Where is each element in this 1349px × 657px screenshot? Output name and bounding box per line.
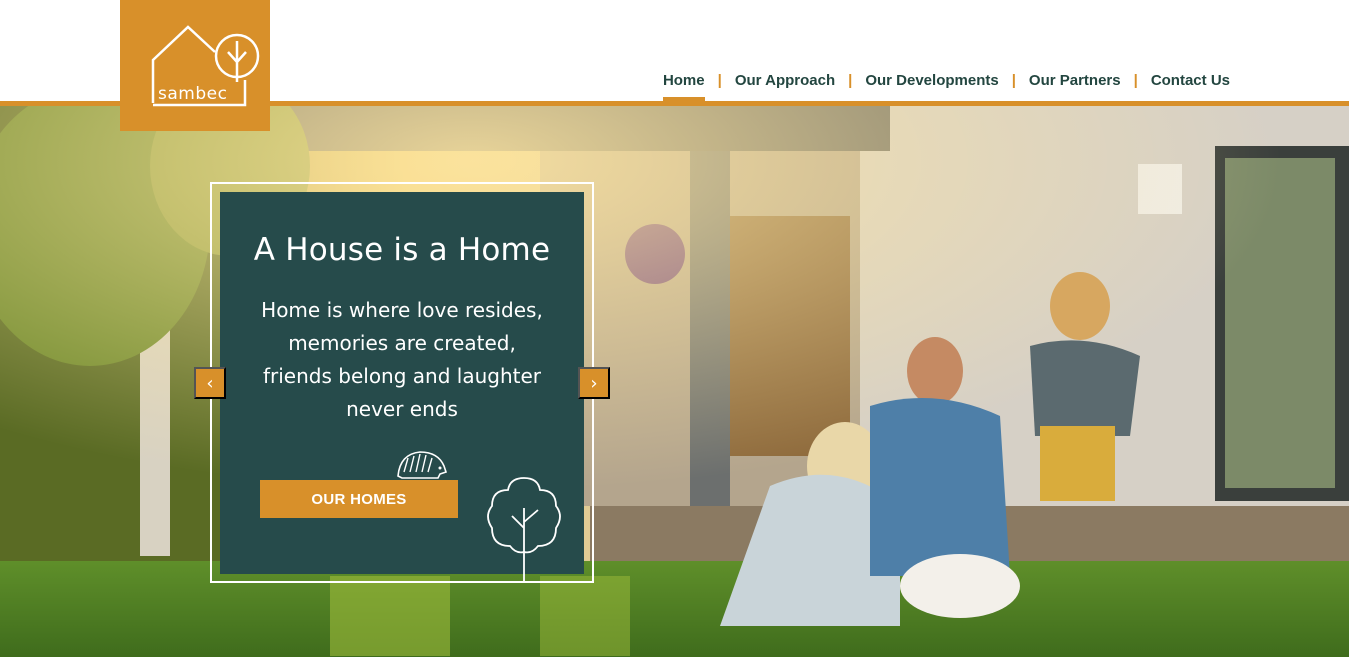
tree-icon [487,477,561,582]
hedgehog-icon [397,451,448,479]
slide-title: A House is a Home [253,232,551,268]
nav-separator: | [848,71,853,89]
slider-next-button[interactable]: › [578,367,610,399]
nav-home[interactable]: Home [662,72,705,104]
nav-contact-us[interactable]: Contact Us [1151,72,1230,89]
house-tree-logo-icon [151,25,260,107]
logo[interactable]: sambec [120,0,270,131]
main-nav: Home | Our Approach | Our Developments |… [662,70,1230,104]
slide-card: A House is a Home Home is where love res… [220,192,584,582]
slide-body-line: memories are created, [288,331,516,355]
slide-body-line: Home is where love resides, [261,298,543,322]
slide-body-line: never ends [346,397,458,421]
slider-prev-button[interactable]: ‹ [194,367,226,399]
nav-our-partners[interactable]: Our Partners [1029,72,1121,89]
hero-slider: A House is a Home Home is where love res… [0,106,1349,657]
our-homes-button[interactable]: OUR HOMES [260,480,458,518]
nav-separator: | [1011,71,1016,89]
slide-body-line: friends belong and laughter [262,364,541,388]
nav-separator: | [717,71,722,89]
slide-body: Home is where love resides, memories are… [250,294,554,426]
nav-our-developments[interactable]: Our Developments [865,72,998,89]
nav-separator: | [1133,71,1138,89]
nav-our-approach[interactable]: Our Approach [735,72,835,89]
chevron-left-icon: ‹ [206,372,214,394]
logo-wordmark: sambec [158,84,228,104]
chevron-right-icon: › [590,372,598,394]
